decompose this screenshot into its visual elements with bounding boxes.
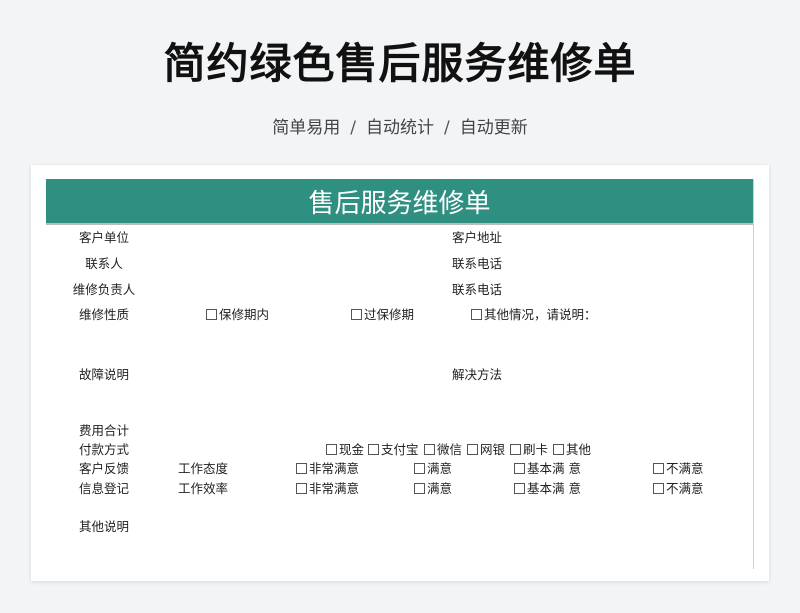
label-info-register: 信息登记 <box>78 481 129 496</box>
subtitle-item-update: 自动更新 <box>459 118 528 138</box>
option-payment-alipay[interactable]: 支付宝 <box>368 442 419 458</box>
checkbox[interactable] <box>351 309 362 320</box>
option-payment-other[interactable]: 其他 <box>553 442 591 458</box>
label-work-efficiency: 工作效率 <box>178 481 229 496</box>
option-label: 微信 <box>437 442 463 457</box>
label-contact-phone-2: 联系电话 <box>452 282 503 297</box>
label-solution: 解决方法 <box>452 367 503 382</box>
label-repair-nature: 维修性质 <box>78 307 129 322</box>
label-cost-total: 费用合计 <box>78 423 129 438</box>
option-payment-wechat[interactable]: 微信 <box>424 442 462 458</box>
form-header: 售后服务维修单 <box>46 179 753 225</box>
attitude-very-satisfied[interactable]: 非常满意 <box>296 461 359 477</box>
checkbox[interactable] <box>296 483 307 494</box>
attitude-satisfied[interactable]: 满意 <box>414 461 452 477</box>
checkbox[interactable] <box>368 444 379 455</box>
checkbox[interactable] <box>424 444 435 455</box>
option-in-warranty[interactable]: 保修期内 <box>206 307 269 323</box>
option-label: 过保修期 <box>364 307 415 322</box>
label-contact-phone: 联系电话 <box>452 256 503 271</box>
subtitle-item-easy: 简单易用 <box>272 118 341 138</box>
label-repair-manager: 维修负责人 <box>72 282 136 297</box>
option-label: 保修期内 <box>219 307 270 322</box>
subtitle-item-stats: 自动统计 <box>366 118 434 138</box>
option-label: 网银 <box>480 442 506 457</box>
option-label: 满意 <box>427 461 453 476</box>
option-label: 其他情况，请说明： <box>484 307 597 322</box>
label-customer-feedback: 客户反馈 <box>78 461 129 476</box>
efficiency-dissatisfied[interactable]: 不满意 <box>653 481 704 497</box>
checkbox[interactable] <box>553 444 564 455</box>
label-customer-address: 客户地址 <box>452 230 503 245</box>
checkbox[interactable] <box>653 483 664 494</box>
option-payment-card[interactable]: 刷卡 <box>510 442 548 458</box>
label-customer-unit: 客户单位 <box>78 230 129 245</box>
checkbox[interactable] <box>514 463 525 474</box>
option-label: 支付宝 <box>381 442 419 457</box>
label-fault-description: 故障说明 <box>78 367 129 382</box>
efficiency-basically-satisfied[interactable]: 基本满 意 <box>514 481 581 497</box>
efficiency-satisfied[interactable]: 满意 <box>414 481 452 497</box>
efficiency-very-satisfied[interactable]: 非常满意 <box>296 481 359 497</box>
option-label: 满意 <box>427 481 453 496</box>
option-label: 不满意 <box>666 461 704 476</box>
checkbox[interactable] <box>510 444 521 455</box>
form-sheet: 售后服务维修单 客户单位 客户地址 联系人 联系电话 维修负责人 联系电话 维修… <box>31 165 769 581</box>
option-label: 现金 <box>339 442 365 457</box>
option-label: 基本满 意 <box>527 481 581 496</box>
page-title: 简约绿色售后服务维修单 <box>163 39 637 88</box>
checkbox[interactable] <box>467 444 478 455</box>
option-label: 非常满意 <box>309 481 360 496</box>
checkbox[interactable] <box>296 463 307 474</box>
label-payment-method: 付款方式 <box>78 442 129 457</box>
option-label: 非常满意 <box>309 461 360 476</box>
option-out-warranty[interactable]: 过保修期 <box>351 307 414 323</box>
checkbox[interactable] <box>326 444 337 455</box>
option-label: 不满意 <box>666 481 704 496</box>
option-payment-netbank[interactable]: 网银 <box>467 442 505 458</box>
label-contact: 联系人 <box>85 256 123 271</box>
option-label: 基本满 意 <box>527 461 581 476</box>
option-label: 刷卡 <box>523 442 549 457</box>
option-label: 其他 <box>566 442 592 457</box>
label-work-attitude: 工作态度 <box>178 461 229 476</box>
attitude-basically-satisfied[interactable]: 基本满 意 <box>514 461 581 477</box>
checkbox[interactable] <box>206 309 217 320</box>
checkbox[interactable] <box>653 463 664 474</box>
checkbox[interactable] <box>414 463 425 474</box>
checkbox[interactable] <box>414 483 425 494</box>
label-other-notes: 其他说明 <box>78 519 129 534</box>
subtitle-separator: / <box>350 118 356 138</box>
option-other-situation[interactable]: 其他情况，请说明： <box>471 307 597 323</box>
subtitle-separator: / <box>444 118 450 138</box>
checkbox[interactable] <box>471 309 482 320</box>
page-subtitle: 简单易用 / 自动统计 / 自动更新 <box>0 113 800 138</box>
repair-form: 售后服务维修单 客户单位 客户地址 联系人 联系电话 维修负责人 联系电话 维修… <box>46 179 754 569</box>
option-payment-cash[interactable]: 现金 <box>326 442 364 458</box>
checkbox[interactable] <box>514 483 525 494</box>
attitude-dissatisfied[interactable]: 不满意 <box>653 461 704 477</box>
